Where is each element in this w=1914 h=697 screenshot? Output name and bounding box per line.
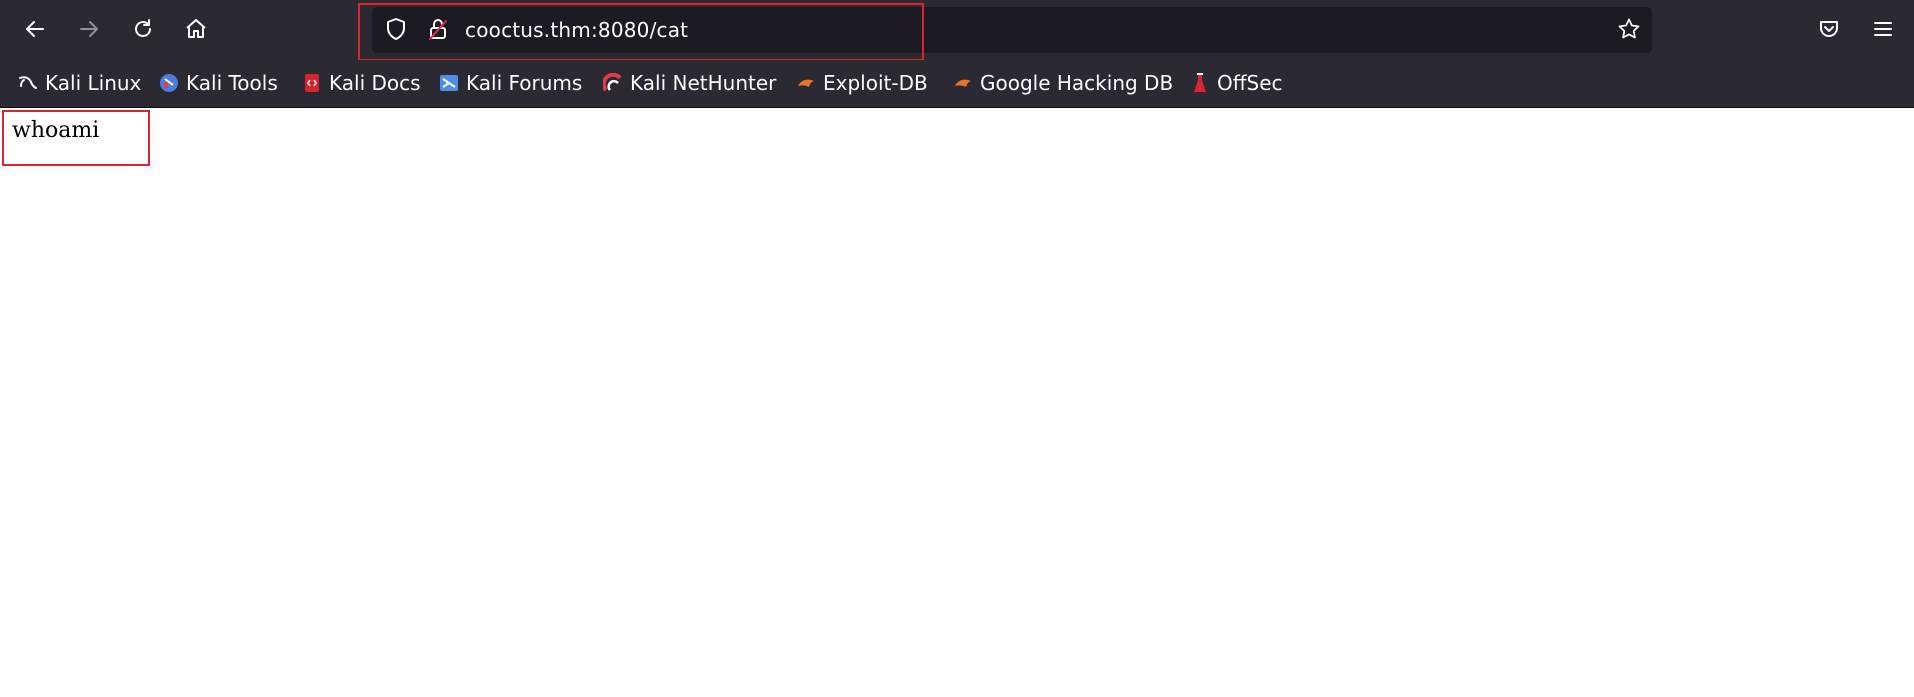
- bookmarks-toolbar: Kali Linux Kali Tools Kali Docs Kali For…: [0, 60, 1914, 108]
- app-menu-button[interactable]: [1866, 12, 1900, 46]
- pocket-icon: [1820, 21, 1838, 37]
- forward-button[interactable]: [72, 12, 106, 46]
- reload-button[interactable]: [126, 12, 160, 46]
- hamburger-menu-icon: [1874, 22, 1892, 36]
- bookmark-label: Kali Forums: [466, 71, 583, 95]
- bookmark-kali-linux[interactable]: Kali Linux: [18, 68, 141, 98]
- bookmark-label: Exploit-DB: [823, 71, 928, 95]
- kali-dragon-icon: [18, 73, 38, 93]
- reload-icon: [135, 19, 151, 37]
- url-highlight-box: [358, 3, 924, 61]
- home-icon: [186, 19, 206, 38]
- bookmark-kali-tools[interactable]: Kali Tools: [159, 68, 278, 98]
- browser-toolbar: cooctus.thm:8080/cat: [0, 0, 1914, 61]
- kali-tools-icon: [159, 73, 179, 93]
- bookmark-offsec[interactable]: OffSec: [1190, 68, 1283, 98]
- pocket-button[interactable]: [1812, 12, 1846, 46]
- bookmark-label: Kali Docs: [329, 71, 421, 95]
- bookmark-google-hacking-db[interactable]: Google Hacking DB: [953, 68, 1173, 98]
- bookmark-kali-forums[interactable]: Kali Forums: [439, 68, 582, 98]
- exploit-db-icon: [796, 73, 816, 93]
- back-arrow-icon: [26, 21, 44, 37]
- kali-forums-icon: [439, 73, 459, 93]
- bookmark-exploit-db[interactable]: Exploit-DB: [796, 68, 928, 98]
- forward-arrow-icon: [80, 21, 98, 37]
- bookmark-label: Google Hacking DB: [980, 71, 1174, 95]
- bookmark-label: Kali NetHunter: [630, 71, 777, 95]
- kali-docs-icon: [302, 73, 322, 93]
- google-hacking-db-icon: [953, 73, 973, 93]
- home-button[interactable]: [179, 12, 213, 46]
- kali-nethunter-icon: [603, 73, 623, 93]
- bookmark-label: Kali Linux: [45, 71, 142, 95]
- back-button[interactable]: [18, 12, 52, 46]
- body-text-highlight-box: [2, 110, 150, 166]
- bookmark-label: Kali Tools: [186, 71, 278, 95]
- star-icon[interactable]: [1616, 16, 1642, 42]
- bookmark-label: OffSec: [1217, 71, 1283, 95]
- offsec-icon: [1190, 73, 1210, 93]
- bookmark-kali-nethunter[interactable]: Kali NetHunter: [603, 68, 776, 98]
- bookmark-kali-docs[interactable]: Kali Docs: [302, 68, 421, 98]
